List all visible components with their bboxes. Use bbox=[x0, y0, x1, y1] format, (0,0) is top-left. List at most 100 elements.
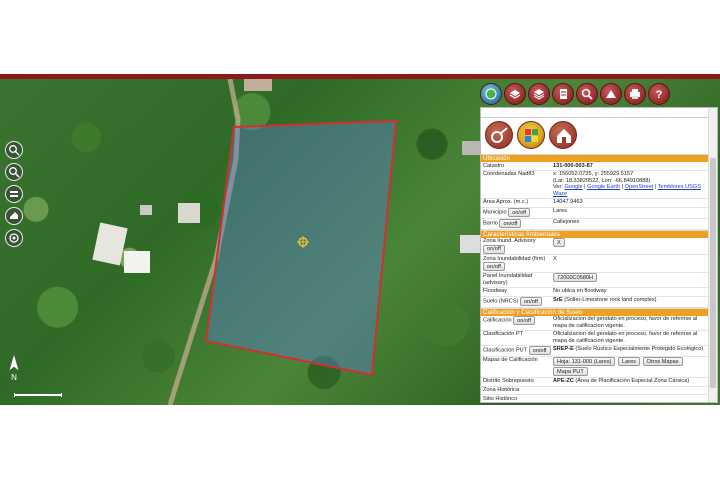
row-value: SREP-E (Suelo Rústico Especialmente Prot… bbox=[553, 346, 709, 355]
clasif-put-desc: (Suelo Rústico Especialmente Protegido E… bbox=[575, 346, 704, 353]
table-row: Área Aprox. (m.c.) 14047.9463 bbox=[481, 199, 709, 208]
lares-button[interactable]: Lares bbox=[617, 357, 640, 367]
table-row: Distrito Sobrepuesto APE-ZC (Área de Pla… bbox=[481, 378, 709, 387]
row-label: Área Aprox. (m.c.) bbox=[483, 199, 529, 206]
building-icon[interactable] bbox=[549, 121, 577, 149]
parcel-polygon[interactable] bbox=[204, 119, 398, 377]
table-row: Sitio Histórico bbox=[481, 395, 709, 402]
row-value: Oficializacion del geodato en proceso, f… bbox=[553, 316, 698, 329]
barrio-label: Barrio bbox=[483, 220, 498, 227]
scrollbar-thumb[interactable] bbox=[710, 158, 716, 388]
table-row: Clasificación PUT on/off SREP-E (Suelo R… bbox=[481, 346, 709, 357]
north-label: N bbox=[11, 373, 17, 382]
zoom-in-icon[interactable] bbox=[5, 141, 23, 159]
suelo-label: Suelo (NRCS) bbox=[483, 298, 519, 305]
zoom-out-icon[interactable] bbox=[5, 163, 23, 181]
panel-toolbar: ? bbox=[480, 81, 680, 107]
row-value: SrE (Soller-Limestone rock land complex) bbox=[553, 297, 709, 306]
panel-icons bbox=[481, 118, 717, 152]
coord-latlon: (Lat: 18.33820522, Lon: -66.84910888) bbox=[553, 177, 651, 184]
row-label: Suelo (NRCS) on/off bbox=[481, 297, 553, 307]
clasif-put-label: Clasificación PUT bbox=[483, 347, 528, 354]
building bbox=[460, 235, 480, 253]
globe-icon[interactable] bbox=[480, 83, 502, 105]
print-icon[interactable] bbox=[624, 83, 646, 105]
row-value bbox=[553, 396, 709, 402]
attribute-table: Ubicación Catastro 131-000-003-87 Coorde… bbox=[481, 154, 709, 402]
table-row: Clasificación PT Oficializacion del geod… bbox=[481, 331, 709, 346]
table-row: Suelo (NRCS) on/off SrE (Soller-Limeston… bbox=[481, 297, 709, 308]
row-label: Sitio Histórico bbox=[483, 395, 518, 402]
row-label: Catastro bbox=[483, 162, 505, 169]
table-row: Coordenadas Nad83 x: 156052.0735, y: 255… bbox=[481, 171, 709, 199]
table-row: Zona Inund. Advisory on/off X bbox=[481, 238, 709, 256]
scrollbar[interactable] bbox=[708, 108, 717, 402]
google-link[interactable]: Google bbox=[565, 184, 583, 190]
row-value: 14047.9463 bbox=[553, 199, 583, 206]
municipio-label: Municipio bbox=[483, 209, 507, 216]
row-label: Barrio on/off bbox=[481, 219, 553, 229]
help-icon[interactable]: ? bbox=[648, 83, 670, 105]
municipio-toggle-button[interactable]: on/off bbox=[508, 208, 531, 218]
panel-inundabilidad-button[interactable]: 72000C0580H bbox=[553, 273, 598, 283]
panel-body: ▼ Ubicación Catastro 131-000-003-87 bbox=[480, 107, 718, 403]
panel-header: ▼ bbox=[481, 108, 717, 118]
zona-firm-label: Zona Inundabilidad (firm) bbox=[483, 255, 546, 262]
layers-icon[interactable] bbox=[5, 185, 23, 203]
hoja-button[interactable]: Hoja: 131-000 (Lares) bbox=[553, 357, 616, 367]
layers-stack-icon[interactable] bbox=[528, 83, 550, 105]
row-label: Floodway bbox=[483, 288, 507, 295]
google-earth-link[interactable]: Google Earth bbox=[587, 184, 620, 190]
info-panel: ? ▼ Ubicación Catastro 131-000 bbox=[478, 79, 720, 405]
zona-firm-toggle-button[interactable]: on/off bbox=[483, 262, 505, 272]
row-label: Municipio on/off bbox=[481, 208, 553, 218]
table-row: Municipio on/off Lares bbox=[481, 208, 709, 219]
waze-link[interactable]: Waze bbox=[553, 191, 567, 197]
zona-advisory-label: Zona Inund. Advisory bbox=[483, 238, 536, 245]
building bbox=[124, 251, 150, 273]
building bbox=[244, 79, 272, 91]
row-label: Zona Inund. Advisory on/off bbox=[481, 238, 553, 254]
clasif-put-toggle-button[interactable]: on/off bbox=[528, 346, 551, 356]
suelo-toggle-button[interactable]: on/off bbox=[520, 297, 542, 307]
measure-icon[interactable] bbox=[600, 83, 622, 105]
table-row: Floodway No ubica en floodway bbox=[481, 288, 709, 297]
link-icon[interactable] bbox=[485, 121, 513, 149]
table-row: Zona Inundabilidad (firm) on/off X bbox=[481, 255, 709, 273]
section-ubicacion: Ubicación bbox=[481, 154, 709, 162]
table-row: Barrio on/off Callejones bbox=[481, 219, 709, 230]
row-value: Callejones bbox=[553, 219, 580, 226]
section-ambientales: Características Ambientales bbox=[481, 229, 709, 238]
table-row: Calificación on/off Oficializacion del g… bbox=[481, 316, 709, 331]
measure-icon[interactable] bbox=[5, 207, 23, 225]
mapa-put-button[interactable]: Mapa PUT bbox=[553, 367, 588, 377]
layers-icon[interactable] bbox=[504, 83, 526, 105]
row-value: No ubica en floodway bbox=[553, 288, 607, 295]
row-label: Panel Inundabilidad (advisory) bbox=[483, 273, 533, 286]
coord-xy: x: 156052.0735, y: 255929.5157 bbox=[553, 171, 634, 178]
table-row: Mapas de Calificación Hoja: 131-000 (Lar… bbox=[481, 357, 709, 378]
building bbox=[178, 203, 200, 223]
table-row: Panel Inundabilidad (advisory) 72000C058… bbox=[481, 273, 709, 288]
row-label: Distrito Sobrepuesto bbox=[483, 378, 534, 385]
barrio-toggle-button[interactable]: on/off bbox=[499, 219, 522, 229]
openstreet-link[interactable]: OpenStreet bbox=[625, 184, 654, 190]
search-icon[interactable] bbox=[576, 83, 598, 105]
home-icon[interactable] bbox=[5, 229, 23, 247]
row-value bbox=[553, 387, 709, 394]
row-value: Oficializacion del geodato en proceso, f… bbox=[553, 331, 698, 344]
row-value: X bbox=[553, 255, 557, 262]
row-label: Calificación on/off bbox=[481, 316, 553, 329]
zona-advisory-value-button[interactable]: X bbox=[553, 238, 565, 248]
building bbox=[140, 205, 152, 215]
row-value: 72000C0580H bbox=[553, 273, 709, 286]
usgs-link[interactable]: Temblores USGS bbox=[658, 184, 701, 190]
calif-toggle-button[interactable]: on/off bbox=[513, 316, 536, 326]
document-icon[interactable] bbox=[552, 83, 574, 105]
otros-mapas-button[interactable]: Otros Mapas bbox=[642, 357, 683, 367]
table-row: Catastro 131-000-003-87 bbox=[481, 162, 709, 171]
orthophoto-icon[interactable] bbox=[517, 121, 545, 149]
row-value: 131-000-003-87 bbox=[553, 162, 593, 169]
zona-advisory-toggle-button[interactable]: on/off bbox=[483, 244, 505, 254]
section-calificacion: Calificación y Clasificación de Suelo bbox=[481, 307, 709, 316]
